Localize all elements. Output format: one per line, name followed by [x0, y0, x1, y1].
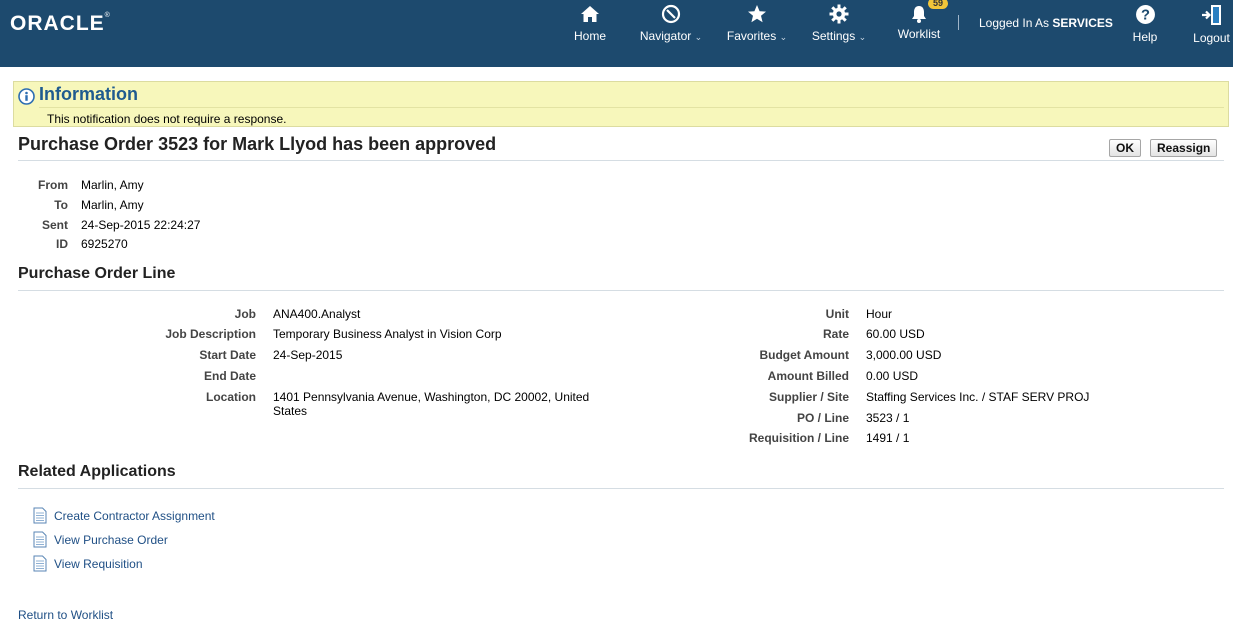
supplier-site-value: Staffing Services Inc. / STAF SERV PROJ: [866, 390, 1090, 404]
settings-menu[interactable]: Settings ⌄: [809, 4, 869, 46]
worklist-count-badge: 59: [928, 0, 949, 9]
end-date-label: End Date: [203, 369, 256, 383]
favorites-menu[interactable]: Favorites ⌄: [724, 4, 790, 46]
to-label: To: [54, 198, 68, 212]
logout-button[interactable]: Logout: [1190, 4, 1233, 46]
budget-amount-value: 3,000.00 USD: [866, 348, 942, 362]
sent-label: Sent: [41, 218, 68, 232]
logout-icon: [1201, 5, 1221, 25]
home-button[interactable]: Home: [570, 4, 610, 46]
sent-value: 24-Sep-2015 22:24:27: [81, 218, 201, 232]
worklist-label: Worklist: [897, 27, 941, 41]
home-icon: [581, 6, 599, 22]
job-description-value: Temporary Business Analyst in Vision Cor…: [273, 327, 502, 341]
logout-label: Logout: [1193, 31, 1230, 45]
id-value: 6925270: [81, 237, 128, 251]
amount-billed-value: 0.00 USD: [866, 369, 919, 383]
job-value: ANA400.Analyst: [273, 307, 361, 321]
worklist-button[interactable]: 59 Worklist: [894, 0, 949, 44]
related-divider: [18, 488, 1224, 489]
help-icon: ?: [1135, 5, 1155, 24]
related-applications-heading: Related Applications: [18, 463, 176, 480]
chevron-down-icon: ⌄: [779, 32, 788, 42]
view-purchase-order-text: View Purchase Order: [54, 533, 168, 547]
info-title: Information: [39, 84, 138, 104]
location-value: 1401 Pennsylvania Avenue, Washington, DC…: [273, 390, 590, 418]
info-message: This notification does not require a res…: [47, 112, 287, 126]
ok-button[interactable]: OK: [1109, 139, 1141, 157]
budget-amount-label: Budget Amount: [759, 348, 849, 362]
logged-in-user: Logged In As SERVICES: [979, 16, 1113, 30]
to-value: Marlin, Amy: [81, 198, 144, 212]
po-line-divider: [18, 290, 1224, 291]
unit-value: Hour: [866, 307, 893, 321]
compass-icon: [661, 4, 681, 24]
info-divider: [39, 107, 1224, 108]
svg-text:?: ?: [1141, 8, 1150, 24]
help-label: Help: [1132, 30, 1158, 44]
supplier-site-label: Supplier / Site: [768, 390, 849, 404]
navigator-label: Navigator: [639, 29, 692, 43]
information-banner: Information This notification does not r…: [13, 81, 1229, 127]
gear-icon: [829, 4, 849, 24]
global-header: ORACLE® Home Navigator ⌄ Favorites ⌄ Set…: [0, 0, 1233, 67]
document-icon: [33, 531, 47, 548]
star-icon: [748, 5, 766, 23]
page-title: Purchase Order 3523 for Mark Llyod has b…: [18, 134, 497, 154]
from-value: Marlin, Amy: [81, 178, 144, 192]
help-button[interactable]: ? Help: [1128, 4, 1162, 46]
document-icon: [33, 507, 47, 524]
rate-label: Rate: [822, 327, 849, 341]
home-label: Home: [573, 29, 606, 43]
id-label: ID: [56, 237, 68, 251]
oracle-logo[interactable]: ORACLE®: [10, 12, 111, 36]
amount-billed-label: Amount Billed: [767, 369, 849, 383]
chevron-down-icon: ⌄: [858, 32, 867, 42]
favorites-label: Favorites: [726, 29, 777, 43]
chevron-down-icon: ⌄: [694, 32, 703, 42]
location-label: Location: [206, 390, 256, 404]
bell-icon: [912, 6, 926, 23]
requisition-line-label: Requisition / Line: [748, 431, 849, 445]
start-date-value: 24-Sep-2015: [273, 348, 343, 362]
settings-label: Settings: [811, 29, 856, 43]
from-label: From: [38, 178, 68, 192]
header-divider: [958, 15, 959, 30]
po-line-label: PO / Line: [796, 411, 849, 425]
document-icon: [33, 555, 47, 572]
start-date-label: Start Date: [199, 348, 256, 362]
job-label: Job: [234, 307, 256, 321]
po-line-value: 3523 / 1: [866, 411, 910, 425]
requisition-line-value: 1491 / 1: [866, 431, 910, 445]
reassign-button[interactable]: Reassign: [1150, 139, 1218, 157]
rate-value: 60.00 USD: [866, 327, 925, 341]
job-description-label: Job Description: [165, 327, 256, 341]
unit-label: Unit: [825, 307, 849, 321]
po-line-heading: Purchase Order Line: [18, 265, 176, 282]
return-to-worklist-link[interactable]: Return to Worklist: [18, 608, 113, 622]
view-requisition-text: View Requisition: [54, 557, 143, 571]
username: SERVICES: [1052, 16, 1113, 30]
navigator-menu[interactable]: Navigator ⌄: [638, 4, 704, 46]
title-divider: [18, 160, 1224, 161]
info-icon: [18, 88, 35, 105]
create-contractor-assignment-text: Create Contractor Assignment: [54, 509, 215, 523]
